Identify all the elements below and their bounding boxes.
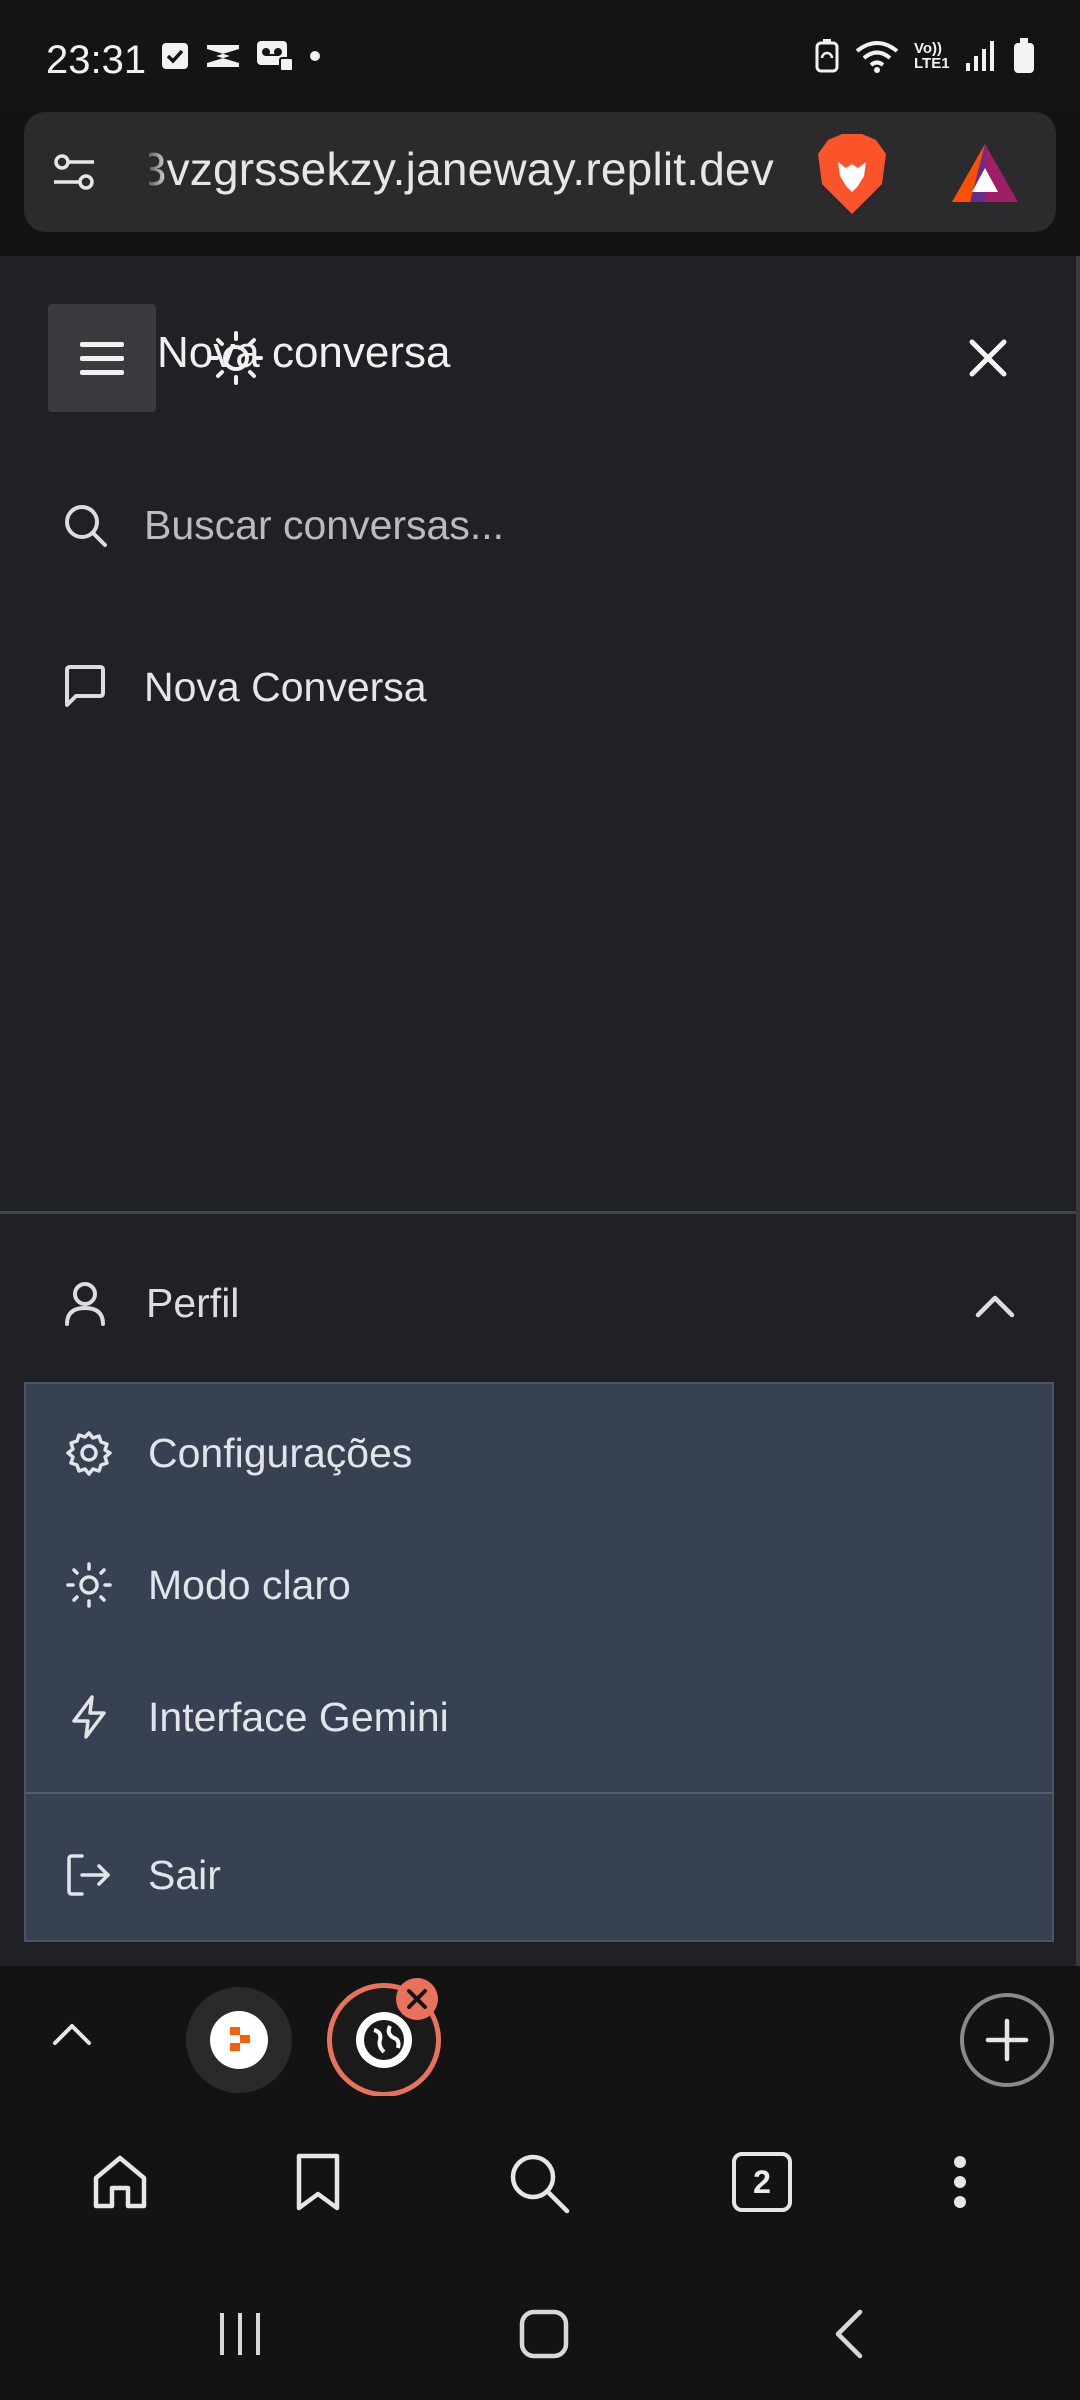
menu-item-light-mode[interactable]: Modo claro: [64, 1560, 351, 1610]
notification-icons: [160, 40, 322, 72]
new-conversation-label[interactable]: Nova Conversa: [144, 664, 427, 711]
search-icon: [60, 500, 110, 550]
dropdown-divider: [26, 1792, 1052, 1794]
brave-shields-icon[interactable]: [814, 132, 890, 216]
battery-icon: [1014, 38, 1034, 73]
search-conversations[interactable]: Buscar conversas...: [60, 500, 504, 550]
gear-icon: [64, 1428, 114, 1478]
status-time: 23:31: [46, 38, 147, 82]
tab-replit[interactable]: [186, 1987, 292, 2093]
hamburger-icon: [80, 342, 124, 375]
signal-icon: [966, 41, 994, 71]
conversation-title: Nova conversa: [157, 328, 451, 377]
url-fade: [142, 136, 168, 206]
network-type-label: Vo)) LTE1: [914, 40, 950, 72]
capcut-icon: [207, 45, 239, 67]
brave-rewards-icon[interactable]: [950, 142, 1020, 204]
profile-dropdown-menu: Configurações Modo claro Interface Gemin…: [24, 1382, 1054, 1942]
bookmarks-button[interactable]: [286, 2150, 350, 2214]
profile-menu-toggle[interactable]: Perfil: [60, 1278, 239, 1328]
more-vertical-icon: [954, 2156, 966, 2208]
sidebar-divider: [0, 1211, 1076, 1214]
menu-item-label: Sair: [148, 1851, 221, 1898]
dot-icon: [310, 51, 320, 61]
system-navigation-bar: [0, 2266, 1080, 2400]
new-conversation-item[interactable]: Nova Conversa: [60, 662, 427, 712]
lightning-icon: [64, 1692, 114, 1742]
bookmark-icon: [296, 2153, 340, 2211]
close-icon: [407, 1989, 427, 2009]
plus-icon: [985, 2018, 1029, 2062]
wifi-icon: [855, 41, 899, 73]
menu-item-gemini-interface[interactable]: Interface Gemini: [64, 1692, 449, 1742]
sun-icon: [64, 1560, 114, 1610]
profile-label[interactable]: Perfil: [146, 1280, 239, 1327]
address-bar[interactable]: 03vzgrssekzy.janeway.replit.dev: [24, 112, 1056, 232]
tab-strip: [0, 1966, 1080, 2097]
more-options-button[interactable]: [940, 2150, 980, 2214]
hamburger-menu-button[interactable]: [48, 304, 156, 412]
home-system-button[interactable]: [512, 2304, 576, 2364]
expand-tabs-button[interactable]: [44, 2006, 100, 2062]
back-button[interactable]: [820, 2304, 876, 2364]
menu-item-settings[interactable]: Configurações: [64, 1428, 412, 1478]
recent-apps-button[interactable]: [210, 2306, 270, 2362]
chevron-up-icon[interactable]: [970, 1282, 1020, 1332]
search-placeholder[interactable]: Buscar conversas...: [144, 502, 504, 549]
menu-item-logout[interactable]: Sair: [64, 1850, 221, 1900]
recent-apps-icon: [220, 2313, 260, 2355]
close-icon: [969, 339, 1007, 377]
url-text[interactable]: 03vzgrssekzy.janeway.replit.dev: [149, 142, 819, 196]
checkbox-notification-icon: [162, 43, 188, 69]
tabs-button[interactable]: 2: [732, 2152, 792, 2212]
search-icon: [510, 2154, 570, 2214]
close-tab-button[interactable]: [396, 1978, 438, 2020]
theme-sun-overlay-icon: [208, 330, 264, 386]
logout-icon: [64, 1850, 114, 1900]
chevron-up-icon: [53, 2024, 91, 2045]
voicemail-icon: [257, 41, 294, 72]
site-settings-icon[interactable]: [48, 146, 100, 198]
replit-favicon-icon: [210, 2011, 268, 2069]
menu-item-label: Modo claro: [148, 1561, 351, 1608]
close-sidebar-button[interactable]: [960, 330, 1016, 386]
home-icon: [93, 2155, 147, 2209]
system-status-icons: Vo)) LTE1: [814, 38, 1036, 74]
search-button[interactable]: [506, 2150, 572, 2216]
chat-bubble-icon: [60, 662, 110, 712]
browser-bottom-toolbar: 2: [0, 2096, 1080, 2266]
home-button[interactable]: [88, 2150, 152, 2214]
new-tab-button[interactable]: [960, 1993, 1054, 2087]
globe-favicon-icon: [356, 2012, 412, 2068]
back-chevron-icon: [835, 2309, 863, 2359]
status-bar: 23:31 Vo)) LTE1: [0, 0, 1080, 110]
square-home-icon: [519, 2309, 569, 2359]
user-icon: [60, 1278, 110, 1328]
menu-item-label: Interface Gemini: [148, 1693, 449, 1740]
menu-item-label: Configurações: [148, 1429, 413, 1476]
tab-count: 2: [753, 2163, 771, 2200]
battery-saver-icon: [815, 39, 839, 73]
page-scroll-edge: [1076, 256, 1080, 1966]
